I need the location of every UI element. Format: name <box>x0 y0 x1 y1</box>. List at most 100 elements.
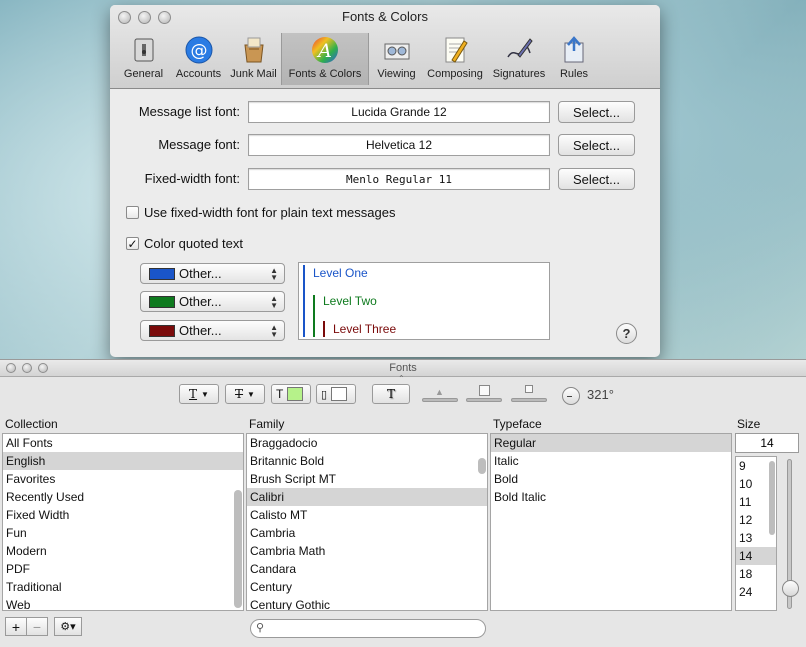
size-list-item[interactable]: 18 <box>736 565 776 583</box>
typeface-list-item[interactable]: Bold Italic <box>491 488 731 506</box>
family-list-item[interactable]: Calisto MT <box>247 506 487 524</box>
quote-level-two-color-popup[interactable]: Other... ▲ ▼ <box>140 291 285 312</box>
family-list-item[interactable]: Cambria <box>247 524 487 542</box>
toolbar-accounts[interactable]: @ Accounts <box>171 33 226 85</box>
fonts-panel-bottom-bar: + − ⚙▾ ⚲ <box>0 617 806 643</box>
family-list-item[interactable]: Century Gothic <box>247 596 487 610</box>
minus-icon: − <box>32 618 42 635</box>
family-list[interactable]: Braggadocio Britannic Bold Brush Script MT… <box>246 433 488 611</box>
fixed-width-font-select-button[interactable]: Select... <box>558 168 635 190</box>
toolbar-junk-mail[interactable]: Junk Mail <box>226 33 281 85</box>
size-list[interactable]: 9 10 11 12 13 14 18 24 <box>735 456 777 611</box>
family-scrollbar[interactable] <box>478 458 486 474</box>
family-list-item[interactable]: Brush Script MT <box>247 470 487 488</box>
popup-arrows-icon: ▲ ▼ <box>270 265 278 282</box>
family-list-item[interactable]: Cambria Math <box>247 542 487 560</box>
use-fixed-width-checkbox[interactable] <box>126 206 139 219</box>
general-icon <box>129 35 159 65</box>
toolbar-fonts-colors[interactable]: A Fonts & Colors <box>281 33 369 85</box>
size-input[interactable] <box>735 433 799 453</box>
family-list-item[interactable]: Calibri <box>247 488 487 506</box>
toolbar-composing[interactable]: Composing <box>424 33 486 85</box>
underline-icon: T <box>189 387 198 401</box>
size-list-scrollbar[interactable] <box>769 461 775 535</box>
shadow-distance-slider[interactable] <box>511 398 547 402</box>
quote-level-one-color-popup[interactable]: Other... ▲ ▼ <box>140 263 285 284</box>
quote-level-one-text: Level One <box>313 266 368 280</box>
toolbar-viewing-label: Viewing <box>377 68 416 80</box>
family-list-item[interactable]: Century <box>247 578 487 596</box>
typeface-list-item[interactable]: Bold <box>491 470 731 488</box>
color-quoted-checkbox[interactable]: ✓ <box>126 237 139 250</box>
collection-list[interactable]: All Fonts English Favorites Recently Used Fi… <box>2 433 244 611</box>
family-list-item[interactable]: Braggadocio <box>247 434 487 452</box>
collection-list-item[interactable]: Fun <box>3 524 243 542</box>
font-search-input[interactable] <box>250 619 486 638</box>
composing-icon <box>440 35 470 65</box>
collection-list-item[interactable]: PDF <box>3 560 243 578</box>
toolbar-rules[interactable]: Rules <box>552 33 596 85</box>
collection-header: Collection <box>5 417 58 431</box>
quote-level-two-text: Level Two <box>323 294 377 308</box>
quote-level-three-color-popup[interactable]: Other... ▲ ▼ <box>140 320 285 341</box>
toolbar-viewing[interactable]: Viewing <box>369 33 424 85</box>
message-font-select-button[interactable]: Select... <box>558 134 635 156</box>
shadow-blur-knob[interactable] <box>479 385 490 396</box>
toolbar-junk-mail-label: Junk Mail <box>230 68 277 80</box>
text-shadow-button[interactable]: T <box>372 384 410 404</box>
fonts-colors-window: Fonts & Colors General @ Accounts Junk M… <box>110 5 660 357</box>
color-swatch <box>149 324 175 337</box>
quoted-text-preview: Level One Level Two Level Three <box>298 262 550 340</box>
collection-list-item[interactable]: English <box>3 452 243 470</box>
toolbar-signatures[interactable]: Signatures <box>486 33 552 85</box>
toolbar-fonts-colors-label: Fonts & Colors <box>288 68 362 80</box>
collapse-toolbar-icon[interactable]: ⌃ <box>398 374 405 383</box>
message-list-font-field: Lucida Grande 12 <box>248 101 550 123</box>
family-list-item[interactable]: Britannic Bold <box>247 452 487 470</box>
text-color-button[interactable]: T <box>271 384 311 404</box>
color-swatch <box>149 267 175 280</box>
typeface-header: Typeface <box>493 417 542 431</box>
shadow-angle-dial[interactable] <box>562 387 580 405</box>
underline-popup[interactable]: T ▼ <box>179 384 219 404</box>
document-color-button[interactable]: ▯ <box>316 384 356 404</box>
color-quoted-row[interactable]: ✓ Color quoted text <box>126 236 243 251</box>
collection-list-item[interactable]: Modern <box>3 542 243 560</box>
collection-list-item[interactable]: Traditional <box>3 578 243 596</box>
quote-level-three-text: Level Three <box>333 322 397 336</box>
strikethrough-popup[interactable]: T ▼ <box>225 384 265 404</box>
typeface-list-item[interactable]: Regular <box>491 434 731 452</box>
use-fixed-width-row[interactable]: Use fixed-width font for plain text mess… <box>126 205 395 220</box>
typeface-list-item[interactable]: Italic <box>491 452 731 470</box>
dropdown-arrow-icon: ▼ <box>247 389 255 399</box>
size-slider-knob[interactable] <box>782 580 799 597</box>
toolbar-signatures-label: Signatures <box>492 68 546 80</box>
add-collection-button[interactable]: + <box>5 617 27 636</box>
size-list-item[interactable]: 14 <box>736 547 776 565</box>
collection-scrollbar[interactable] <box>234 490 242 608</box>
collection-list-item[interactable]: Recently Used <box>3 488 243 506</box>
size-list-item[interactable]: 24 <box>736 583 776 601</box>
remove-collection-button[interactable]: − <box>26 617 48 636</box>
shadow-opacity-slider[interactable] <box>422 398 458 402</box>
collection-list-item[interactable]: Web <box>3 596 243 610</box>
help-button[interactable]: ? <box>616 323 637 344</box>
toolbar-general-label: General <box>123 68 164 80</box>
shadow-distance-knob[interactable] <box>525 385 533 393</box>
color-quoted-label: Color quoted text <box>144 236 244 251</box>
typeface-list[interactable]: Regular Italic Bold Bold Italic <box>490 433 732 611</box>
dial-indicator <box>567 396 572 397</box>
message-list-font-select-button[interactable]: Select... <box>558 101 635 123</box>
shadow-blur-slider[interactable] <box>466 398 502 402</box>
collection-list-item[interactable]: Favorites <box>3 470 243 488</box>
collection-list-item[interactable]: All Fonts <box>3 434 243 452</box>
family-list-item[interactable]: Candara <box>247 560 487 578</box>
toolbar-general[interactable]: General <box>116 33 171 85</box>
fonts-panel: Fonts ⌃ T ▼ T ▼ T ▯ T ▲ 321° Collection … <box>0 359 806 647</box>
message-font-field: Helvetica 12 <box>248 134 550 156</box>
collection-list-item[interactable]: Fixed Width <box>3 506 243 524</box>
svg-text:A: A <box>316 40 332 62</box>
toolbar-accounts-label: Accounts <box>175 68 222 80</box>
text-color-swatch <box>287 387 304 401</box>
action-menu-button[interactable]: ⚙▾ <box>54 617 82 636</box>
